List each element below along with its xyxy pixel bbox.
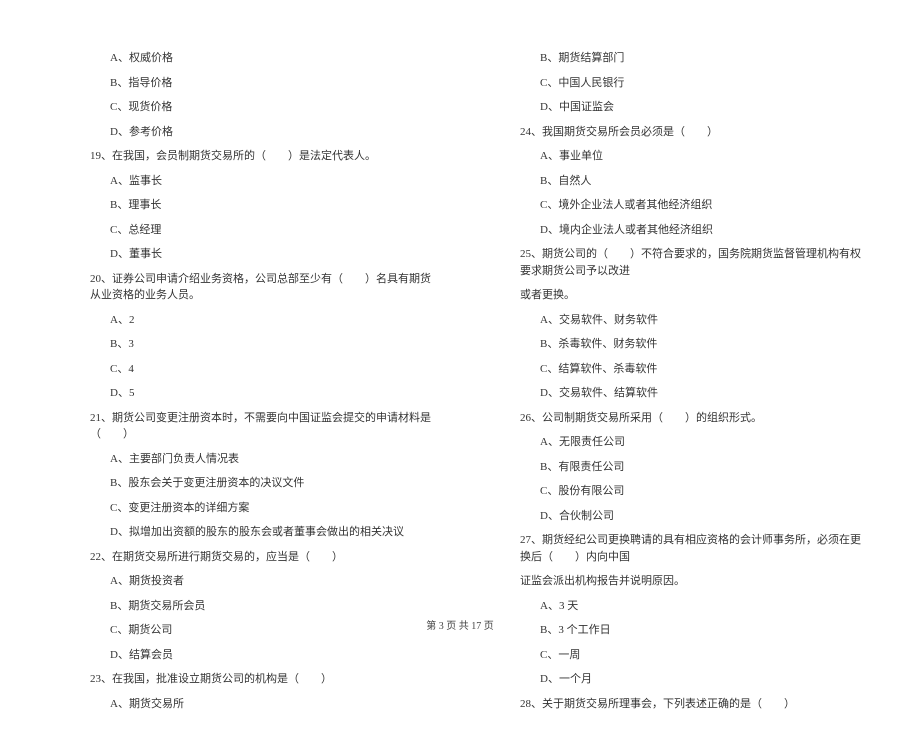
- answer-option: A、事业单位: [520, 148, 870, 165]
- answer-option: A、3 天: [520, 598, 870, 615]
- question-text: 22、在期货交易所进行期货交易的，应当是（ ）: [90, 549, 440, 566]
- answer-option: B、3: [90, 336, 440, 353]
- answer-option: D、中国证监会: [520, 99, 870, 116]
- answer-option: D、一个月: [520, 671, 870, 688]
- answer-option: B、股东会关于变更注册资本的决议文件: [90, 475, 440, 492]
- page-footer: 第 3 页 共 17 页: [0, 617, 920, 632]
- answer-option: A、监事长: [90, 173, 440, 190]
- answer-option: C、境外企业法人或者其他经济组织: [520, 197, 870, 214]
- question-text: 25、期货公司的（ ）不符合要求的，国务院期货监督管理机构有权要求期货公司予以改…: [520, 246, 870, 279]
- question-text: 23、在我国，批准设立期货公司的机构是（ ）: [90, 671, 440, 688]
- question-text: 26、公司制期货交易所采用（ ）的组织形式。: [520, 410, 870, 427]
- answer-option: B、自然人: [520, 173, 870, 190]
- answer-option: C、一周: [520, 647, 870, 664]
- question-text: 19、在我国，会员制期货交易所的（ ）是法定代表人。: [90, 148, 440, 165]
- answer-option: B、理事长: [90, 197, 440, 214]
- question-text: 20、证券公司申请介绍业务资格，公司总部至少有（ ）名具有期货从业资格的业务人员…: [90, 271, 440, 304]
- answer-option: D、结算会员: [90, 647, 440, 664]
- answer-option: D、合伙制公司: [520, 508, 870, 525]
- answer-option: A、无限责任公司: [520, 434, 870, 451]
- answer-option: C、4: [90, 361, 440, 378]
- answer-option: A、期货交易所: [90, 696, 440, 713]
- answer-option: B、期货交易所会员: [90, 598, 440, 615]
- question-text: 27、期货经纪公司更换聘请的具有相应资格的会计师事务所，必须在更换后（ ）内向中…: [520, 532, 870, 565]
- question-text: 24、我国期货交易所会员必须是（ ）: [520, 124, 870, 141]
- document-page: A、权威价格 B、指导价格 C、现货价格 D、参考价格 19、在我国，会员制期货交易所的…: [0, 0, 920, 750]
- answer-option: A、权威价格: [90, 50, 440, 67]
- question-text: 21、期货公司变更注册资本时，不需要向中国证监会提交的申请材料是（ ）: [90, 410, 440, 443]
- question-continuation: 证监会派出机构报告并说明原因。: [520, 573, 870, 590]
- answer-option: C、现货价格: [90, 99, 440, 116]
- answer-option: B、期货结算部门: [520, 50, 870, 67]
- question-text: 28、关于期货交易所理事会，下列表述正确的是（ ）: [520, 696, 870, 713]
- answer-option: B、指导价格: [90, 75, 440, 92]
- answer-option: B、杀毒软件、财务软件: [520, 336, 870, 353]
- answer-option: C、变更注册资本的详细方案: [90, 500, 440, 517]
- answer-option: B、有限责任公司: [520, 459, 870, 476]
- question-continuation: 或者更换。: [520, 287, 870, 304]
- answer-option: C、股份有限公司: [520, 483, 870, 500]
- answer-option: D、交易软件、结算软件: [520, 385, 870, 402]
- answer-option: D、境内企业法人或者其他经济组织: [520, 222, 870, 239]
- answer-option: A、期货投资者: [90, 573, 440, 590]
- answer-option: C、总经理: [90, 222, 440, 239]
- answer-option: A、交易软件、财务软件: [520, 312, 870, 329]
- answer-option: D、参考价格: [90, 124, 440, 141]
- answer-option: A、2: [90, 312, 440, 329]
- answer-option: A、主要部门负责人情况表: [90, 451, 440, 468]
- answer-option: D、董事长: [90, 246, 440, 263]
- answer-option: C、中国人民银行: [520, 75, 870, 92]
- answer-option: D、5: [90, 385, 440, 402]
- answer-option: D、拟增加出资额的股东的股东会或者董事会做出的相关决议: [90, 524, 440, 541]
- answer-option: C、结算软件、杀毒软件: [520, 361, 870, 378]
